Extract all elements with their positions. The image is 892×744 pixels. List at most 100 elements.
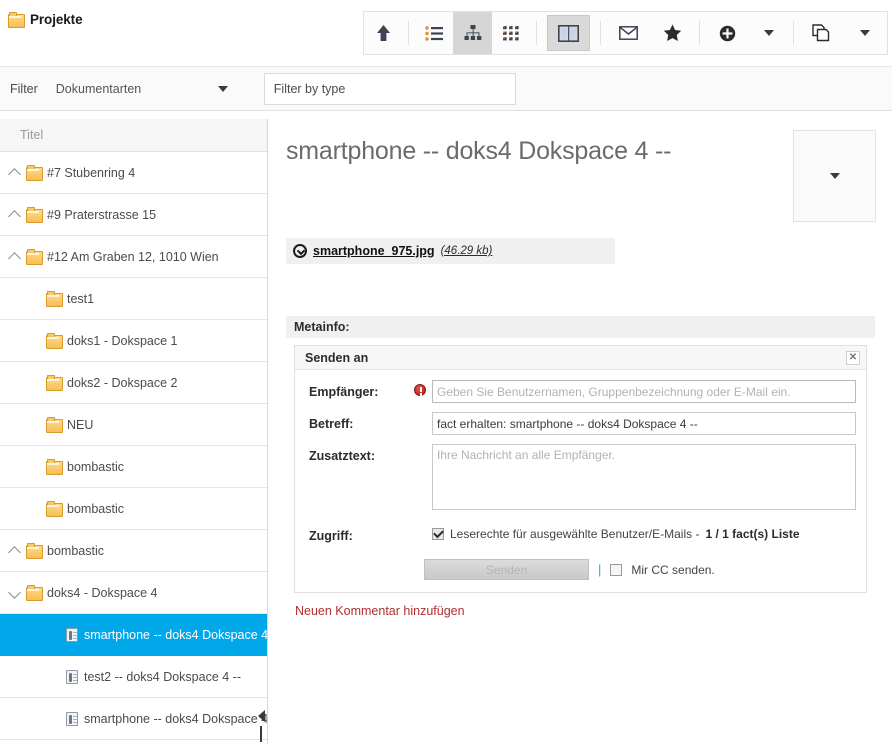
folder-icon [46,419,61,431]
send-to-panel-title: Senden an [305,351,368,365]
copy-dropdown-caret-down-icon[interactable] [843,12,887,54]
chevron-placeholder [28,292,42,306]
columns-icon[interactable] [547,15,590,51]
attachment-filename-link[interactable]: smartphone_975.jpg [313,244,435,258]
toolbar-divider [699,21,700,45]
access-fact-count: 1 / 1 fact(s) Liste [705,527,799,541]
application-window: Projekte [0,0,892,744]
chevron-placeholder [28,334,42,348]
thumbnail-dropdown[interactable] [793,130,876,222]
copy-icon[interactable] [799,12,843,54]
tree-item-label: #12 Am Graben 12, 1010 Wien [47,250,219,264]
cc-checkbox[interactable] [610,564,622,576]
plus-circle-icon[interactable] [705,12,749,54]
grid-icon[interactable] [492,12,531,54]
tree-item[interactable]: smartphone -- doks4 Dokspace 4 -- [0,698,267,740]
tree-item-label: bombastic [67,502,124,516]
tree-item-label: bombastic [47,544,104,558]
subject-input[interactable] [432,412,856,435]
tree-item-label: doks4 - Dokspace 4 [47,586,157,600]
tree-item-label: smartphone -- doks4 Dokspace 4 -- [84,712,268,726]
top-bar: Projekte [0,0,892,66]
caret-down-icon [860,30,870,36]
tree-item[interactable]: bombastic [0,530,267,572]
tree-item[interactable]: smartphone -- doks4 Dokspace 4 -- [0,614,267,656]
chevron-up-icon[interactable] [8,208,22,222]
document-type-select-value: Dokumentarten [56,82,141,96]
scroll-left-arrow-icon[interactable] [258,710,265,722]
document-icon [66,628,78,642]
send-to-panel-header: Senden an ✕ [295,346,866,370]
tree-item[interactable]: bombastic [0,446,267,488]
envelope-icon[interactable] [606,12,650,54]
send-to-panel-body: Empfänger: Betreff: Zusatztext: [295,370,866,592]
folder-icon [26,251,41,263]
tree-list: #7 Stubenring 4 #9 Praterstrasse 15 #12 Am… [0,152,267,740]
list-icon[interactable] [414,12,453,54]
tree-item-label: #7 Stubenring 4 [47,166,135,180]
recipient-input[interactable] [432,380,856,403]
folder-icon [46,503,61,515]
cc-label: Mir CC senden. [631,563,714,577]
scrollbar-handle[interactable] [260,726,262,742]
document-type-select[interactable]: Dokumentarten [56,74,236,104]
attachment-row: smartphone_975.jpg (46.29 kb) [286,238,615,264]
tree-item[interactable]: NEU [0,404,267,446]
star-icon[interactable] [650,12,694,54]
chevron-placeholder [48,712,62,726]
sitemap-icon[interactable] [453,12,492,54]
tree-item[interactable]: #7 Stubenring 4 [0,152,267,194]
message-textarea[interactable] [432,444,856,510]
upload-arrow-icon[interactable] [364,12,403,54]
chevron-up-icon[interactable] [8,544,22,558]
chevron-down-icon[interactable] [8,586,22,600]
chevron-up-icon[interactable] [8,166,22,180]
folder-icon [46,461,61,473]
tree-item[interactable]: bombastic [0,488,267,530]
tree-item[interactable]: #12 Am Graben 12, 1010 Wien [0,236,267,278]
add-comment-link[interactable]: Neuen Kommentar hinzufügen [295,604,465,618]
tree-item-label: test1 [67,292,94,306]
send-button[interactable]: Senden [424,559,589,580]
chevron-up-icon[interactable] [8,250,22,264]
view-toolbar [363,11,888,55]
toolbar-divider [536,21,537,45]
page-title: Projekte [30,12,82,27]
close-icon[interactable]: ✕ [846,351,860,365]
recipient-row: Empfänger: [295,380,866,403]
tree-item[interactable]: doks1 - Dokspace 1 [0,320,267,362]
breadcrumb[interactable]: Projekte [0,0,82,27]
filter-by-type-input[interactable] [264,73,516,105]
tree-item-label: NEU [67,418,93,432]
separator: | [598,562,601,577]
tree-item-label: doks2 - Dokspace 2 [67,376,177,390]
tree-item-label: #9 Praterstrasse 15 [47,208,156,222]
folder-icon [26,587,41,599]
add-dropdown-caret-down-icon[interactable] [749,12,788,54]
tree-item[interactable]: test1 [0,278,267,320]
tree-item-label: bombastic [67,460,124,474]
tree-item[interactable]: doks4 - Dokspace 4 [0,572,267,614]
tree-item[interactable]: #9 Praterstrasse 15 [0,194,267,236]
chevron-placeholder [28,418,42,432]
toolbar-divider [408,21,409,45]
access-label: Zugriff: [309,524,414,543]
chevron-placeholder [48,670,62,684]
tree-item[interactable]: test2 -- doks4 Dokspace 4 -- [0,656,267,698]
folder-icon [26,209,41,221]
error-icon [414,384,426,396]
metainfo-header: Metainfo: [286,316,875,338]
document-detail-panel: smartphone -- doks4 Dokspace 4 -- smartp… [269,119,892,744]
access-checkbox[interactable] [432,528,444,540]
download-icon[interactable] [293,244,307,258]
tree-item[interactable]: doks2 - Dokspace 2 [0,362,267,404]
folder-icon [8,14,23,26]
attachment-filesize: (46.29 kb) [441,245,493,257]
send-to-panel: Senden an ✕ Empfänger: Betreff: [294,345,867,593]
chevron-placeholder [28,502,42,516]
chevron-placeholder [48,628,62,642]
filter-label: Filter [10,82,38,96]
chevron-placeholder [28,460,42,474]
tree-item-label: smartphone -- doks4 Dokspace 4 -- [84,628,268,642]
folder-icon [26,167,41,179]
